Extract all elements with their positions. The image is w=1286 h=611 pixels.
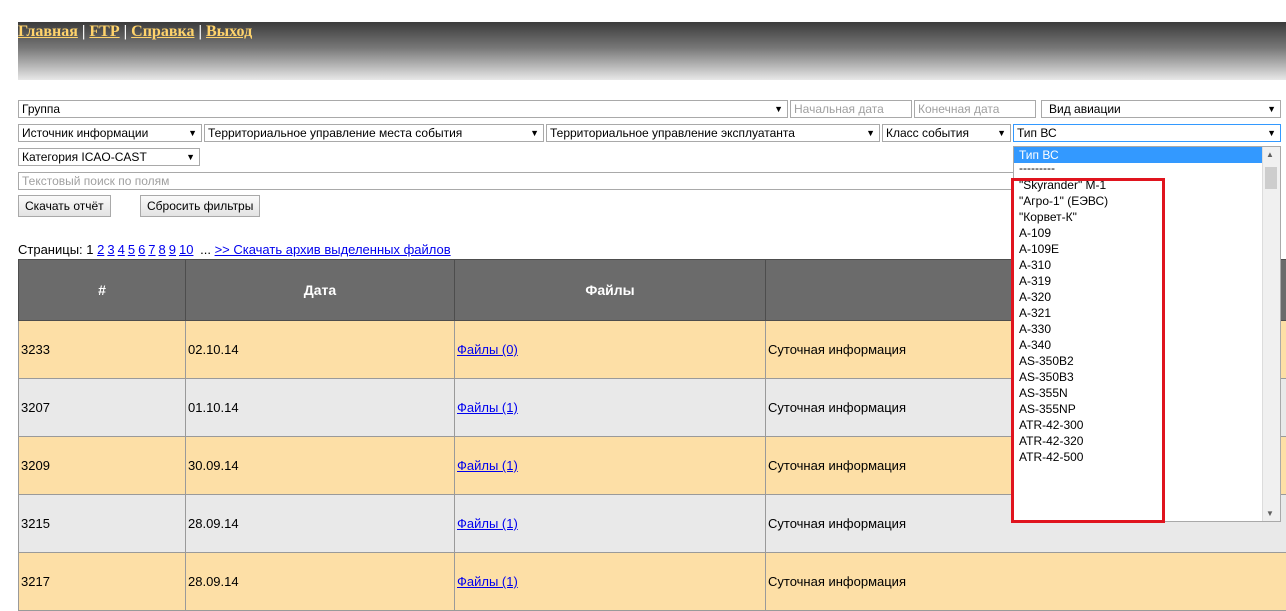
page-link[interactable]: 10 xyxy=(179,242,193,257)
source-select-label: Источник информации xyxy=(22,126,148,140)
dropdown-option[interactable]: "Skyrander" M-1 xyxy=(1014,177,1280,193)
dropdown-option[interactable]: A-109 xyxy=(1014,225,1280,241)
text-search-input[interactable]: Текстовый поиск по полям xyxy=(18,172,1018,190)
dropdown-option[interactable]: AS-355NP xyxy=(1014,401,1280,417)
start-date-input[interactable]: Начальная дата xyxy=(790,100,912,118)
header-bar: Главная|FTP|Справка|Выход xyxy=(18,22,1286,80)
icao-category-label: Категория ICAO-CAST xyxy=(22,150,147,164)
cell-number: 3233 xyxy=(19,321,186,379)
files-link[interactable]: Файлы (1) xyxy=(457,458,518,473)
territory-operator-select[interactable]: Территориальное управление эксплуатанта ▼ xyxy=(546,124,880,142)
column-header-date[interactable]: Дата xyxy=(186,260,455,321)
scroll-up-icon[interactable]: ▲ xyxy=(1266,150,1274,159)
group-select-label: Группа xyxy=(22,102,60,116)
dropdown-option[interactable]: AS-350B3 xyxy=(1014,369,1280,385)
cell-date: 30.09.14 xyxy=(186,437,455,495)
chevron-down-icon: ▼ xyxy=(866,125,875,141)
cell-number: 3217 xyxy=(19,553,186,611)
cell-files: Файлы (0) xyxy=(455,321,766,379)
cell-number: 3207 xyxy=(19,379,186,437)
dropdown-option[interactable]: AS-350B2 xyxy=(1014,353,1280,369)
dropdown-option[interactable]: A-320 xyxy=(1014,289,1280,305)
dropdown-scrollbar[interactable]: ▲ ▼ xyxy=(1262,147,1280,521)
dropdown-option[interactable]: A-321 xyxy=(1014,305,1280,321)
dropdown-option[interactable]: --------- xyxy=(1014,163,1280,177)
dropdown-option[interactable]: A-109E xyxy=(1014,241,1280,257)
cell-files: Файлы (1) xyxy=(455,437,766,495)
aircraft-type-dropdown-list[interactable]: Тип ВС---------"Skyrander" M-1"Агро-1" (… xyxy=(1013,146,1281,522)
dropdown-option[interactable]: "Корвет-К" xyxy=(1014,209,1280,225)
chevron-down-icon: ▼ xyxy=(186,149,195,165)
chevron-down-icon: ▼ xyxy=(1267,101,1276,117)
territory-event-label: Территориальное управление места события xyxy=(208,126,462,140)
cell-number: 3209 xyxy=(19,437,186,495)
cell-files: Файлы (1) xyxy=(455,379,766,437)
dropdown-option[interactable]: ATR-42-500 xyxy=(1014,449,1280,465)
scroll-down-icon[interactable]: ▼ xyxy=(1266,509,1274,518)
icao-category-select[interactable]: Категория ICAO-CAST ▼ xyxy=(18,148,200,166)
page-link[interactable]: 8 xyxy=(159,242,166,257)
dropdown-items: Тип ВС---------"Skyrander" M-1"Агро-1" (… xyxy=(1014,147,1280,465)
page-link[interactable]: 4 xyxy=(118,242,125,257)
nav-home-link[interactable]: Главная xyxy=(18,23,78,40)
top-nav: Главная|FTP|Справка|Выход xyxy=(18,23,252,41)
table-row: 3217 28.09.14 Файлы (1) Суточная информа… xyxy=(19,553,1286,611)
cell-files: Файлы (1) xyxy=(455,495,766,553)
nav-logout-link[interactable]: Выход xyxy=(206,23,252,40)
files-link[interactable]: Файлы (1) xyxy=(457,400,518,415)
column-header-number[interactable]: # xyxy=(19,260,186,321)
cell-date: 28.09.14 xyxy=(186,553,455,611)
cell-files: Файлы (1) xyxy=(455,553,766,611)
aviation-type-select[interactable]: Вид авиации ▼ xyxy=(1041,100,1281,118)
aircraft-type-select[interactable]: Тип ВС ▼ xyxy=(1013,124,1281,142)
cell-date: 01.10.14 xyxy=(186,379,455,437)
cell-description: Суточная информация xyxy=(766,553,1286,611)
column-header-files[interactable]: Файлы xyxy=(455,260,766,321)
cell-date: 28.09.14 xyxy=(186,495,455,553)
aviation-type-label: Вид авиации xyxy=(1049,102,1121,116)
source-select[interactable]: Источник информации ▼ xyxy=(18,124,202,142)
download-report-button[interactable]: Скачать отчёт xyxy=(18,195,111,217)
files-link[interactable]: Файлы (1) xyxy=(457,516,518,531)
page-link[interactable]: 3 xyxy=(107,242,114,257)
group-select[interactable]: Группа ▼ xyxy=(18,100,788,118)
territory-event-select[interactable]: Территориальное управление места события… xyxy=(204,124,544,142)
event-class-label: Класс события xyxy=(886,126,969,140)
scrollbar-thumb[interactable] xyxy=(1265,167,1277,189)
pagination-ellipsis: ... xyxy=(200,242,211,257)
download-archive-link[interactable]: >> Скачать архив выделенных файлов xyxy=(215,242,451,257)
files-link[interactable]: Файлы (0) xyxy=(457,342,518,357)
page-link[interactable]: 6 xyxy=(138,242,145,257)
cell-date: 02.10.14 xyxy=(186,321,455,379)
dropdown-option[interactable]: ATR-42-300 xyxy=(1014,417,1280,433)
page-link[interactable]: 2 xyxy=(97,242,104,257)
event-class-select[interactable]: Класс события ▼ xyxy=(882,124,1011,142)
reset-filters-button[interactable]: Сбросить фильтры xyxy=(140,195,260,217)
dropdown-option[interactable]: A-310 xyxy=(1014,257,1280,273)
dropdown-option[interactable]: A-340 xyxy=(1014,337,1280,353)
dropdown-option[interactable]: AS-355N xyxy=(1014,385,1280,401)
chevron-down-icon: ▼ xyxy=(774,101,783,117)
dropdown-option[interactable]: A-330 xyxy=(1014,321,1280,337)
chevron-down-icon: ▼ xyxy=(530,125,539,141)
cell-number: 3215 xyxy=(19,495,186,553)
page-link[interactable]: 7 xyxy=(148,242,155,257)
dropdown-option[interactable]: "Агро-1" (ЕЭВС) xyxy=(1014,193,1280,209)
pagination-label: Страницы: 1 xyxy=(18,242,94,257)
chevron-down-icon: ▼ xyxy=(997,125,1006,141)
territory-operator-label: Территориальное управление эксплуатанта xyxy=(550,126,795,140)
end-date-input[interactable]: Конечная дата xyxy=(914,100,1036,118)
page-link[interactable]: 5 xyxy=(128,242,135,257)
chevron-down-icon: ▼ xyxy=(188,125,197,141)
nav-ftp-link[interactable]: FTP xyxy=(89,23,119,40)
dropdown-option[interactable]: A-319 xyxy=(1014,273,1280,289)
page-link[interactable]: 9 xyxy=(169,242,176,257)
pagination: Страницы: 1 2345678910 ... >> Скачать ар… xyxy=(18,242,454,257)
dropdown-option[interactable]: ATR-42-320 xyxy=(1014,433,1280,449)
aircraft-type-label: Тип ВС xyxy=(1017,126,1057,140)
files-link[interactable]: Файлы (1) xyxy=(457,574,518,589)
chevron-down-icon: ▼ xyxy=(1267,125,1276,141)
nav-help-link[interactable]: Справка xyxy=(131,23,194,40)
